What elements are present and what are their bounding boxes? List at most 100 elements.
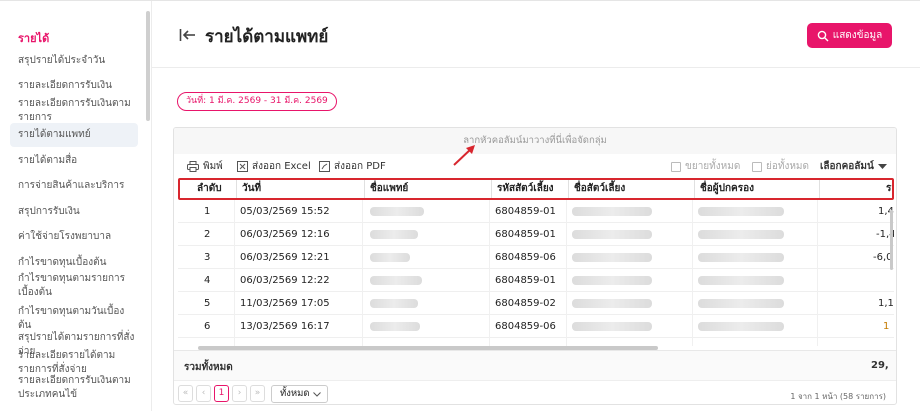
cell-no: 2 — [204, 229, 211, 240]
table-row[interactable]: 1 05/03/2569 15:52 6804859-01 1,4 — [178, 200, 894, 223]
next-page-button[interactable]: › — [232, 385, 247, 402]
cell-date: 13/03/2569 16:17 — [240, 321, 330, 332]
column-header-doctor[interactable]: ชื่อแพทย์ — [370, 180, 408, 198]
redacted-doctor — [370, 299, 418, 308]
table-row[interactable]: 6 13/03/2569 16:17 6804859-06 1 — [178, 315, 894, 338]
sidebar-item-product-dispense[interactable]: การจ่ายสินค้าและบริการ — [18, 179, 136, 193]
sidebar-item-income-by-media[interactable]: รายได้ตามสื่อ — [18, 154, 136, 168]
cell-date: 06/03/2569 12:22 — [240, 275, 330, 286]
cell-pet-id: 6804859-01 — [495, 229, 556, 240]
sidebar-scrollbar[interactable] — [146, 11, 150, 121]
collapse-all-label: ย่อทั้งหมด — [766, 161, 810, 172]
sidebar-item-profit-by-day[interactable]: กำไรขาดทุนตามวันเบื้องต้น — [18, 305, 136, 333]
first-page-button[interactable]: « — [178, 385, 193, 402]
last-page-button[interactable]: » — [250, 385, 265, 402]
column-divider — [234, 200, 235, 346]
redacted-doctor — [370, 253, 410, 262]
total-value: 29, — [871, 360, 889, 371]
column-divider — [568, 180, 569, 198]
total-label: รวมทั้งหมด — [184, 362, 233, 373]
table-row[interactable]: 4 06/03/2569 12:22 6804859-01 — [178, 269, 894, 292]
table-row[interactable]: 3 06/03/2569 12:21 6804859-06 -6,0 — [178, 246, 894, 269]
choose-columns-label: เลือกคอลัมน์ — [820, 161, 874, 172]
cell-no: 5 — [204, 298, 211, 309]
column-header-pet-id[interactable]: รหัสสัตว์เลี้ยง — [497, 180, 554, 198]
cell-amount: 1,1 — [878, 298, 894, 309]
collapse-sidebar-icon[interactable] — [179, 27, 197, 43]
column-divider — [817, 200, 818, 346]
redacted-pet-name — [572, 207, 652, 216]
table-row[interactable]: 5 11/03/2569 17:05 6804859-02 1,1 — [178, 292, 894, 315]
column-header-no[interactable]: ลำดับ — [197, 180, 222, 198]
cell-no: 6 — [204, 321, 211, 332]
chevron-down-icon — [877, 163, 887, 169]
column-divider — [491, 180, 492, 198]
excel-icon — [237, 161, 248, 172]
redacted-doctor — [370, 207, 424, 216]
collapse-all-button[interactable]: ย่อทั้งหมด — [752, 159, 809, 174]
table-row[interactable]: 2 06/03/2569 12:16 6804859-01 -1,4 — [178, 223, 894, 246]
redacted-owner — [698, 322, 784, 331]
group-panel[interactable]: ลากหัวคอลัมน์มาวางที่นี่เพื่อจัดกลุ่ม — [174, 128, 896, 154]
sidebar-item-payment-summary[interactable]: สรุปการรับเงิน — [18, 205, 136, 219]
redacted-doctor — [370, 230, 418, 239]
column-divider — [692, 200, 693, 346]
column-header-row: ลำดับ วันที่ ชื่อแพทย์ รหัสสัตว์เลี้ยง ช… — [178, 178, 894, 200]
column-divider — [819, 180, 820, 198]
export-pdf-label: ส่งออก PDF — [334, 161, 386, 172]
sidebar-title: รายได้ — [18, 32, 50, 45]
page-title: รายได้ตามแพทย์ — [205, 27, 329, 47]
chevron-down-icon — [313, 392, 321, 397]
current-page-button[interactable]: 1 — [214, 385, 229, 402]
search-icon — [817, 30, 829, 41]
cell-pet-id: 6804859-06 — [495, 252, 556, 263]
sidebar-item-payment-by-patient-type[interactable]: รายละเอียดการรับเงินตามประเภทคนไข้ — [18, 374, 136, 402]
show-data-label: แสดงข้อมูล — [832, 30, 883, 41]
cell-no: 4 — [204, 275, 211, 286]
expand-all-icon — [671, 161, 681, 172]
expand-all-button[interactable]: ขยายทั้งหมด — [671, 159, 740, 174]
sidebar-item-profit-basic[interactable]: กำไรขาดทุนเบื้องต้น — [18, 256, 136, 270]
printer-icon — [187, 161, 199, 172]
cell-date: 06/03/2569 12:16 — [240, 229, 330, 240]
sidebar-item-payment-by-item[interactable]: รายละเอียดการรับเงินตามรายการ — [18, 97, 136, 125]
redacted-owner — [698, 207, 784, 216]
column-header-owner[interactable]: ชื่อผู้ปกครอง — [700, 180, 754, 198]
choose-columns-button[interactable]: เลือกคอลัมน์ — [820, 159, 887, 174]
sidebar-item-payment-details[interactable]: รายละเอียดการรับเงิน — [18, 79, 136, 93]
column-divider — [236, 180, 237, 198]
print-label: พิมพ์ — [203, 161, 223, 172]
collapse-all-icon — [752, 161, 762, 172]
prev-page-button[interactable]: ‹ — [196, 385, 211, 402]
sidebar-item-hospital-expense[interactable]: ค่าใช้จ่ายโรงพยาบาล — [18, 230, 136, 244]
vertical-scrollbar[interactable] — [890, 210, 893, 270]
header-divider — [152, 67, 920, 68]
page-size-select[interactable]: ทั้งหมด — [271, 385, 328, 403]
export-pdf-button[interactable]: ส่งออก PDF — [319, 159, 386, 174]
redacted-owner — [698, 276, 784, 285]
redacted-owner — [698, 299, 784, 308]
cell-pet-id: 6804859-01 — [495, 275, 556, 286]
sidebar-item-order-details[interactable]: รายละเอียดรายได้ตามรายการที่สั่งจ่าย — [18, 349, 136, 377]
sidebar-item-income-by-doctor[interactable]: รายได้ตามแพทย์ — [10, 123, 138, 147]
cell-pet-id: 6804859-06 — [495, 321, 556, 332]
redacted-owner — [698, 230, 784, 239]
column-divider — [566, 200, 567, 346]
redacted-pet-name — [572, 322, 652, 331]
redacted-pet-name — [572, 230, 652, 239]
column-header-amount[interactable]: ร — [886, 180, 891, 198]
cell-date: 05/03/2569 15:52 — [240, 206, 330, 217]
grid-body: 1 05/03/2569 15:52 6804859-01 1,4 2 06/0… — [178, 200, 894, 346]
column-header-pet-name[interactable]: ชื่อสัตว์เลี้ยง — [574, 180, 625, 198]
cell-date: 11/03/2569 17:05 — [240, 298, 330, 309]
app-frame: รายได้ สรุปรายได้ประจำวัน รายละเอียดการร… — [0, 0, 920, 411]
print-button[interactable]: พิมพ์ — [187, 159, 223, 174]
export-excel-button[interactable]: ส่งออก Excel — [237, 159, 311, 174]
sidebar-item-daily-summary[interactable]: สรุปรายได้ประจำวัน — [18, 54, 136, 68]
sidebar-item-profit-by-item[interactable]: กำไรขาดทุนตามรายการเบื้องต้น — [18, 272, 136, 300]
show-data-button[interactable]: แสดงข้อมูล — [807, 23, 892, 48]
page-info: 1 จาก 1 หน้า (58 รายการ) — [790, 392, 886, 401]
export-excel-label: ส่งออก Excel — [252, 161, 311, 172]
column-header-date[interactable]: วันที่ — [242, 180, 261, 198]
cell-date: 06/03/2569 12:21 — [240, 252, 330, 263]
